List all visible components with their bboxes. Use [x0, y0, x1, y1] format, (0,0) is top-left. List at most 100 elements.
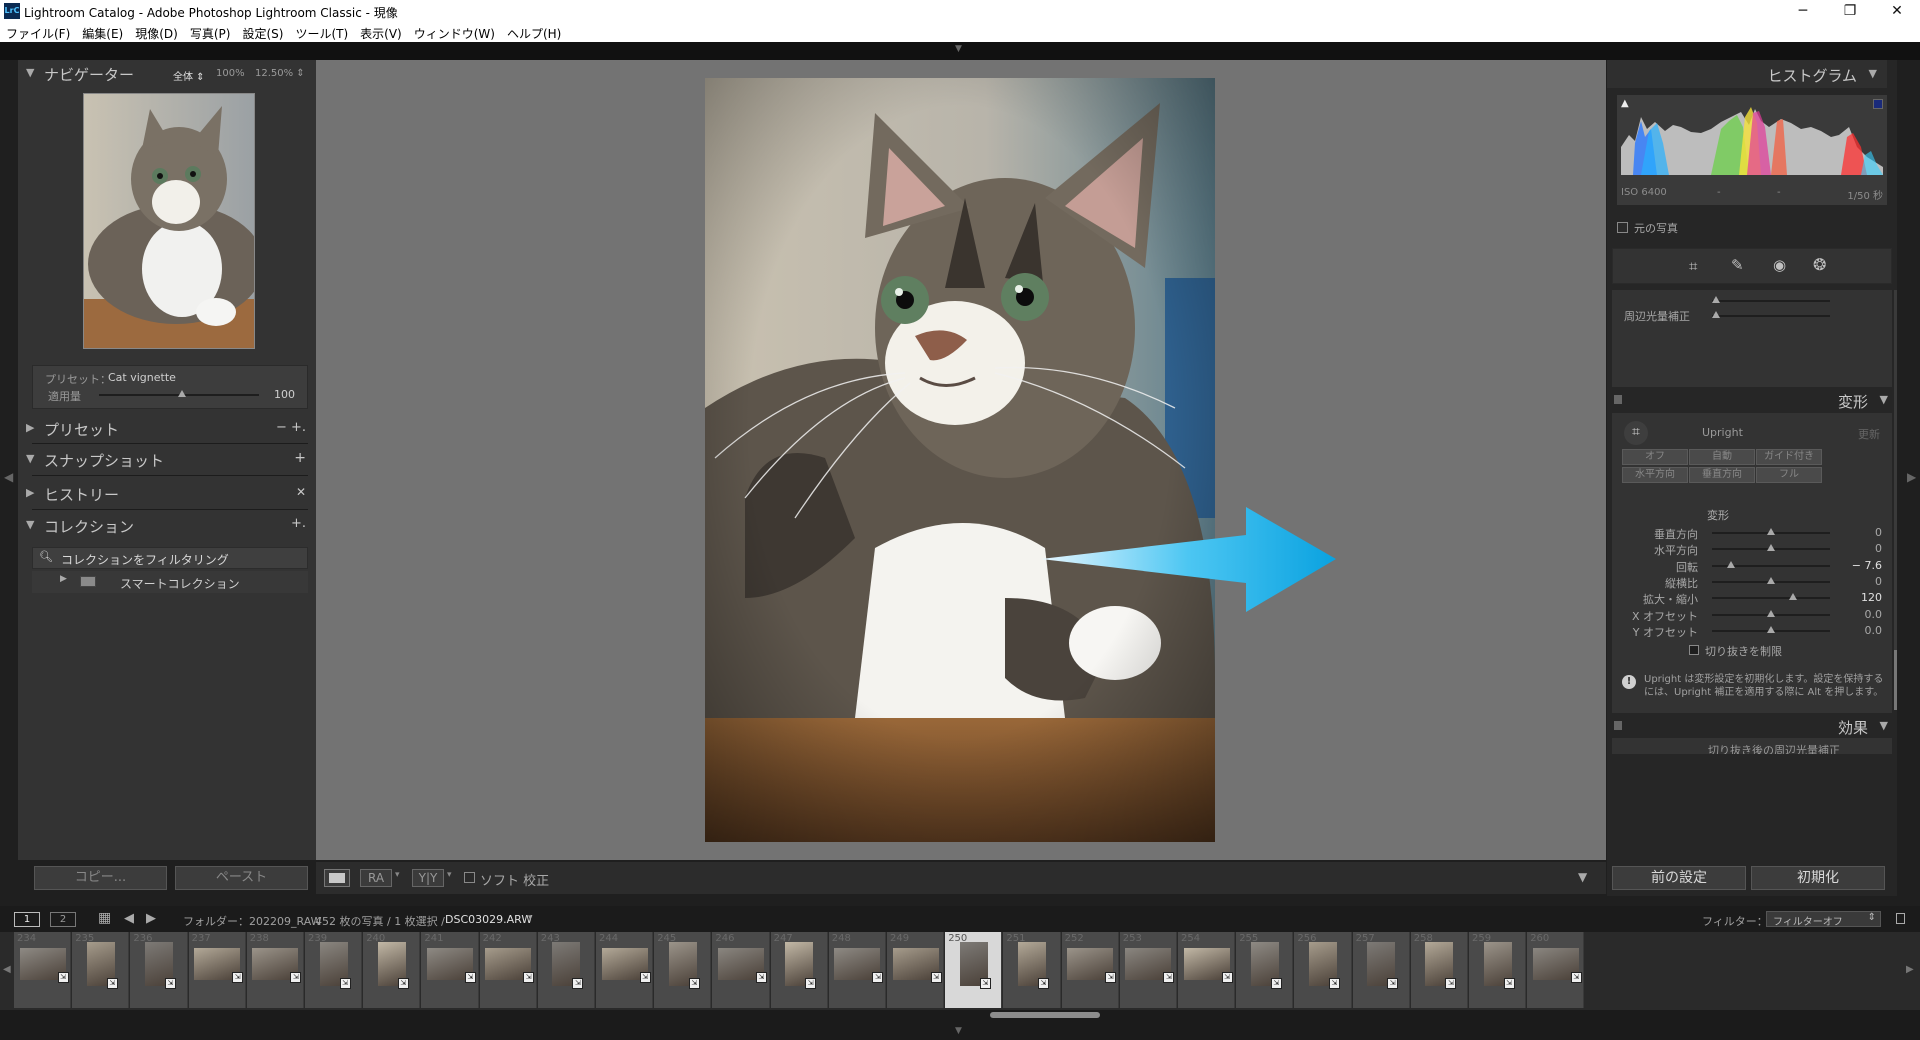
smart-collection-row[interactable]: ▶ スマートコレクション [32, 571, 308, 593]
filmstrip-thumbnail[interactable]: 241 ⇲ [421, 932, 479, 1008]
slider-knob[interactable] [1767, 576, 1775, 584]
snapshots-panel-header[interactable]: ▼ スナップショット + [18, 446, 316, 474]
before-after-swap-button[interactable]: Y|Y [412, 869, 444, 887]
filmstrip-thumbnail[interactable]: 260 ⇲ [1527, 932, 1585, 1008]
menu-develop[interactable]: 現像(D) [129, 22, 184, 42]
history-panel-header[interactable]: ▶ ヒストリー ✕ [18, 480, 316, 508]
navigator-preview[interactable] [83, 93, 255, 349]
right-panel-toggle-icon[interactable]: ▶ [1907, 470, 1916, 484]
forward-arrow-icon[interactable]: ▶ [146, 911, 156, 926]
left-panel-toggle-icon[interactable]: ◀ [4, 470, 13, 484]
guided-upright-icon[interactable]: ⌗ [1624, 421, 1648, 445]
filmstrip-thumbnail[interactable]: 244 ⇲ [596, 932, 654, 1008]
menu-window[interactable]: ウィンドウ(W) [408, 22, 501, 42]
histogram-box[interactable]: ▲ ISO 6400 - - 1/50 秒 [1617, 95, 1887, 205]
upright-level-button[interactable]: 水平方向 [1622, 467, 1688, 483]
menu-tools[interactable]: ツール(T) [289, 22, 354, 42]
transform-slider-row[interactable]: 縦横比 0 [1612, 574, 1892, 590]
update-button[interactable]: 更新 [1858, 426, 1880, 442]
close-button[interactable]: ✕ [1874, 0, 1920, 22]
second-screen-button[interactable]: 2 [50, 912, 76, 927]
back-arrow-icon[interactable]: ◀ [124, 911, 134, 926]
main-photo[interactable] [705, 78, 1215, 842]
filmstrip-thumbnail[interactable]: 237 ⇲ [188, 932, 246, 1008]
filmstrip-thumbnail[interactable]: 250 ⇲ [945, 932, 1003, 1008]
zoom-100[interactable]: 100% [216, 68, 245, 79]
amount-slider-knob[interactable] [178, 390, 187, 397]
upright-full-button[interactable]: フル [1756, 467, 1822, 483]
slider-knob[interactable] [1767, 528, 1775, 535]
zoom-custom[interactable]: 12.50% ⇕ [255, 68, 305, 79]
menu-view[interactable]: 表示(V) [354, 22, 408, 42]
slider-knob[interactable] [1789, 593, 1798, 601]
filmstrip-thumbnail[interactable]: 259 ⇲ [1469, 932, 1527, 1008]
upright-guided-button[interactable]: ガイド付き [1756, 449, 1822, 465]
transform-slider-value[interactable]: 0 [1875, 575, 1882, 588]
menu-photo[interactable]: 写真(P) [184, 22, 237, 42]
constrain-crop-checkbox[interactable] [1689, 645, 1699, 655]
collections-panel-header[interactable]: ▼ コレクション +. [18, 512, 316, 540]
masking-tool-icon[interactable]: ❂ [1813, 255, 1826, 274]
transform-slider-value[interactable]: 0.0 [1865, 624, 1883, 637]
maximize-button[interactable]: ❐ [1827, 0, 1873, 22]
copy-button[interactable]: コピー... [34, 866, 167, 890]
filmstrip-thumbnail[interactable]: 249 ⇲ [887, 932, 945, 1008]
before-after-left-right-button[interactable]: RA [360, 869, 392, 887]
collections-add-icon[interactable]: +. [291, 516, 306, 531]
transform-slider-value[interactable]: 120 [1861, 591, 1882, 604]
panel-switch-icon[interactable] [1614, 721, 1622, 730]
source-folder[interactable]: フォルダー：202209_RAW [183, 913, 322, 929]
filmstrip-thumbnail[interactable]: 252 ⇲ [1061, 932, 1119, 1008]
main-screen-button[interactable]: 1 [14, 912, 40, 927]
transform-slider-value[interactable]: 0.0 [1865, 608, 1883, 621]
collection-filter-input[interactable]: 🔍︎ コレクションをフィルタリング [32, 547, 308, 569]
filmstrip-thumbnail[interactable]: 248 ⇲ [828, 932, 886, 1008]
transform-slider-row[interactable]: 水平方向 0 [1612, 541, 1892, 557]
menu-settings[interactable]: 設定(S) [236, 22, 289, 42]
transform-slider-row[interactable]: 垂直方向 0 [1612, 525, 1892, 541]
collapse-bottom-icon[interactable]: ▼ [955, 1026, 962, 1036]
filter-lock-icon[interactable] [1896, 913, 1905, 924]
menu-file[interactable]: ファイル(F) [0, 22, 76, 42]
previous-settings-button[interactable]: 前の設定 [1612, 866, 1746, 890]
filmstrip-thumbnail[interactable]: 236 ⇲ [130, 932, 188, 1008]
filter-select[interactable]: フィルターオフ ⇕ [1766, 911, 1881, 928]
loupe-view-button[interactable] [324, 869, 350, 887]
upright-vertical-button[interactable]: 垂直方向 [1689, 467, 1755, 483]
paste-button[interactable]: ペースト [175, 866, 308, 890]
history-clear-icon[interactable]: ✕ [296, 485, 306, 499]
view-dropdown-icon[interactable]: ▾ [395, 870, 400, 880]
transform-slider-value[interactable]: 0 [1875, 542, 1882, 555]
presets-panel-header[interactable]: ▶ プリセット − +. [18, 415, 316, 443]
transform-slider-value[interactable]: 0 [1875, 526, 1882, 539]
selected-filename[interactable]: DSC03029.ARW [445, 913, 532, 926]
filmstrip-thumbnail[interactable]: 246 ⇲ [712, 932, 770, 1008]
menu-edit[interactable]: 編集(E) [76, 22, 129, 42]
reset-button[interactable]: 初期化 [1751, 866, 1885, 890]
panel-switch-icon[interactable] [1614, 395, 1622, 404]
navigator-header[interactable]: ▼ ナビゲーター 全体 ⇕ 100% 12.50% ⇕ [18, 60, 316, 88]
vignetting-slider[interactable]: 周辺光量補正 [1612, 307, 1892, 323]
original-photo-checkbox[interactable] [1617, 222, 1628, 233]
transform-slider-row[interactable]: 回転 − 7.6 [1612, 558, 1892, 574]
source-dropdown-icon[interactable]: ▾ [528, 913, 533, 923]
filmstrip-thumbnail[interactable]: 253 ⇲ [1119, 932, 1177, 1008]
menu-help[interactable]: ヘルプ(H) [501, 22, 567, 42]
snapshots-add-icon[interactable]: + [294, 450, 306, 466]
healing-tool-icon[interactable]: ✎ [1731, 256, 1744, 274]
filmstrip-thumbnail[interactable]: 254 ⇲ [1178, 932, 1236, 1008]
filmstrip-thumbnail[interactable]: 243 ⇲ [537, 932, 595, 1008]
slider-knob[interactable] [1767, 544, 1775, 552]
right-scrollbar-thumb[interactable] [1894, 650, 1897, 710]
filmstrip-thumbnail[interactable]: 258 ⇲ [1410, 932, 1468, 1008]
slider-knob[interactable] [1767, 625, 1775, 633]
minimize-button[interactable]: ─ [1780, 0, 1826, 22]
filmstrip-thumbnail[interactable]: 257 ⇲ [1352, 932, 1410, 1008]
crop-tool-icon[interactable]: ⌗ [1689, 257, 1697, 275]
view-dropdown-icon[interactable]: ▾ [447, 870, 452, 880]
image-canvas[interactable] [316, 60, 1606, 860]
filmstrip-scrollbar-thumb[interactable] [990, 1012, 1100, 1018]
filmstrip-thumbnail[interactable]: 242 ⇲ [479, 932, 537, 1008]
slider-knob[interactable] [1726, 560, 1735, 568]
soft-proof-checkbox[interactable] [464, 872, 475, 883]
